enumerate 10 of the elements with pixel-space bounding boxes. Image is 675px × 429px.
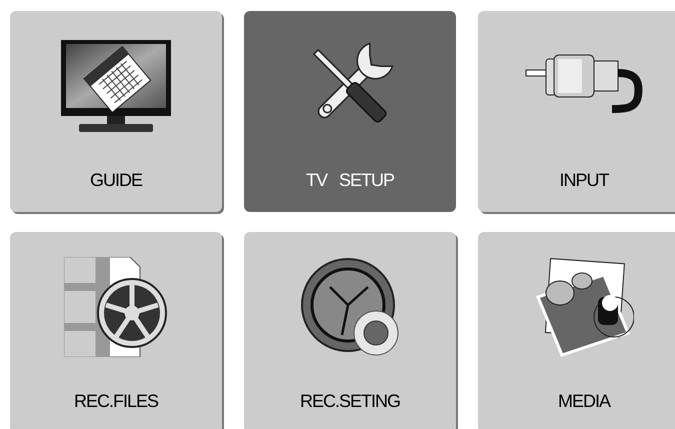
menu-tile[interactable]: INPUT [478, 11, 675, 212]
film-reel-icon [64, 257, 168, 357]
menu-tile[interactable]: REC.FILES [10, 232, 222, 429]
menu-tile[interactable]: MEDIA [478, 232, 675, 429]
menu-tile[interactable]: GUIDE [10, 11, 222, 212]
clock-icon [300, 257, 400, 357]
menu-tile[interactable]: TV SETUP [244, 11, 456, 212]
tv-icon [59, 38, 173, 134]
photo-icon [534, 257, 634, 357]
menu-tile[interactable]: REC.SETING [244, 232, 456, 429]
